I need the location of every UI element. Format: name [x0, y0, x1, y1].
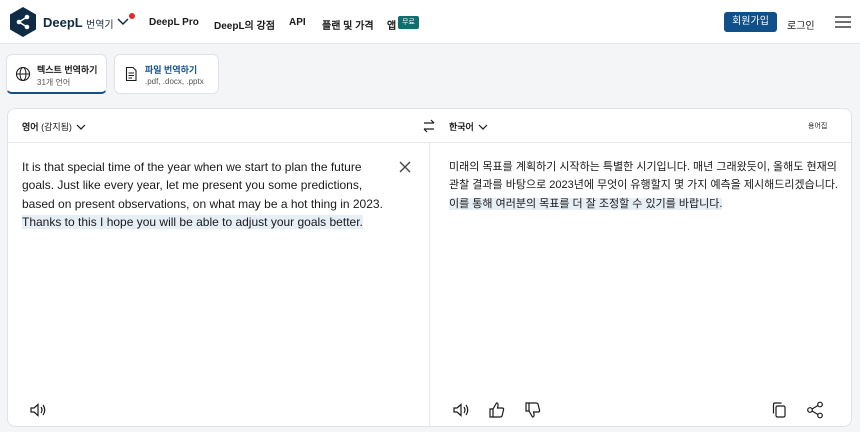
top-header: DeepL 번역기 DeepL Pro DeepL의 강점 API 플랜 및 가… — [0, 0, 860, 44]
chevron-down-icon[interactable] — [116, 14, 130, 28]
target-text-output[interactable]: 미래의 목표를 계획하기 시작하는 특별한 시기입니다. 매년 그래왔듯이, 올… — [449, 158, 839, 213]
document-icon — [125, 66, 137, 82]
speaker-icon[interactable] — [451, 400, 471, 420]
free-badge: 무료 — [398, 16, 419, 29]
source-text-input[interactable]: It is that special time of the year when… — [22, 158, 392, 231]
source-language-select[interactable]: 영어 (감지됨) — [22, 120, 86, 133]
signup-button[interactable]: 회원가입 — [724, 12, 777, 32]
thumbs-up-icon[interactable] — [487, 400, 507, 420]
nav-api[interactable]: API — [289, 17, 306, 28]
notification-dot — [129, 13, 135, 19]
panel-divider — [429, 143, 430, 426]
thumbs-down-icon[interactable] — [523, 400, 543, 420]
language-bar: 영어 (감지됨) 한국어 용어집 — [8, 109, 851, 143]
tab-title: 텍스트 번역하기 — [37, 65, 98, 75]
nav-plans-pricing[interactable]: 플랜 및 가격 — [322, 17, 374, 32]
tab-subtitle: 31개 언어 — [37, 78, 71, 87]
globe-icon — [15, 66, 31, 82]
target-text-highlighted: 이를 통해 여러분의 목표를 더 잘 조정할 수 있기를 바랍니다. — [449, 197, 723, 210]
source-detected-label: (감지됨) — [41, 122, 72, 132]
brand-subtitle[interactable]: 번역기 — [86, 16, 114, 31]
source-text: It is that special time of the year when… — [22, 160, 383, 211]
tab-subtitle: .pdf, .docx, .pptx — [145, 77, 204, 86]
share-icon[interactable] — [805, 400, 825, 420]
target-text: 미래의 목표를 계획하기 시작하는 특별한 시기입니다. 매년 그래왔듯이, 올… — [449, 161, 838, 192]
nav-apps[interactable]: 앱 — [387, 17, 396, 32]
close-icon[interactable] — [398, 160, 412, 174]
tab-title: 파일 번역하기 — [145, 65, 198, 75]
copy-icon[interactable] — [769, 400, 789, 420]
brand-name[interactable]: DeepL — [43, 15, 83, 30]
login-link[interactable]: 로그인 — [787, 17, 815, 32]
deepl-logo-icon[interactable] — [8, 6, 38, 39]
tab-translate-text[interactable]: 텍스트 번역하기 31개 언어 — [6, 54, 107, 94]
nav-deepl-strengths[interactable]: DeepL의 강점 — [214, 17, 275, 32]
target-language: 한국어 — [449, 122, 474, 132]
glossary-button[interactable]: 용어집 — [808, 121, 827, 131]
nav-deepl-pro[interactable]: DeepL Pro — [149, 17, 199, 28]
translator-panel: 영어 (감지됨) 한국어 용어집 It is that special time… — [7, 108, 852, 427]
source-language: 영어 — [22, 122, 39, 132]
target-language-select[interactable]: 한국어 — [449, 120, 488, 133]
chevron-down-icon — [478, 124, 488, 130]
source-text-highlighted: Thanks to this I hope you will be able t… — [22, 214, 363, 229]
hamburger-menu-icon[interactable] — [835, 15, 851, 29]
chevron-down-icon — [76, 124, 86, 130]
speaker-icon[interactable] — [28, 400, 48, 420]
tab-translate-file[interactable]: 파일 번역하기 .pdf, .docx, .pptx — [114, 54, 219, 94]
swap-icon[interactable] — [421, 118, 437, 134]
